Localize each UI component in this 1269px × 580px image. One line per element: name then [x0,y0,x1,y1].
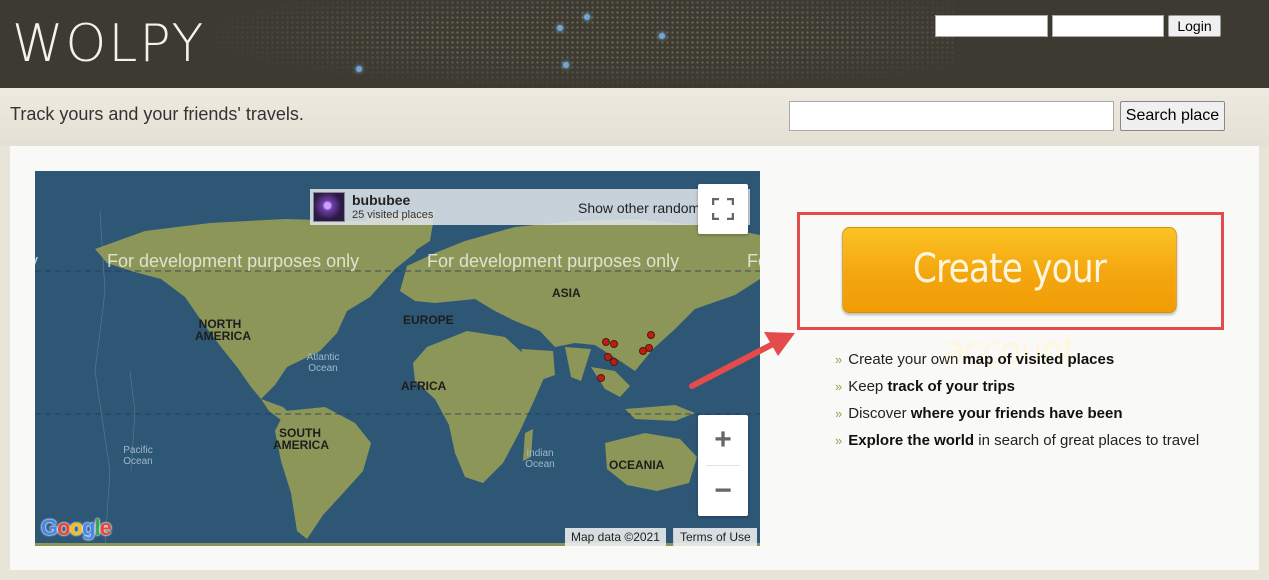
username-field[interactable] [935,15,1048,37]
continent-label: AFRICA [401,379,447,393]
feature-item: » Discover where your friends have been [835,404,1199,431]
bullet-chevron-icon: » [835,379,843,394]
dev-watermark: For development purposes only [427,251,680,271]
continent-label: NORTH AMERICA [195,317,251,343]
city-light [659,33,665,39]
site-header: WOLPY [0,0,1269,88]
feature-text: Keep [848,378,888,395]
city-light [584,14,590,20]
visited-place-marker[interactable] [645,344,653,352]
visited-place-marker[interactable] [602,338,610,346]
feature-text: in search of great places to travel [974,432,1200,449]
terms-of-use-link[interactable]: Terms of Use [673,528,757,546]
google-logo[interactable]: Google [41,515,112,541]
fullscreen-button[interactable] [698,184,748,234]
avatar[interactable] [313,192,345,222]
ocean-label: Pacific Ocean [123,445,153,467]
feature-item: » Explore the world in search of great pl… [835,431,1199,458]
visited-place-marker[interactable] [647,331,655,339]
city-light [563,62,569,68]
city-light [356,66,362,72]
login-button[interactable]: Login [1168,15,1221,37]
bullet-chevron-icon: » [835,433,843,448]
zoom-out-button[interactable]: − [698,466,748,516]
ocean-label: Indian Ocean [525,448,555,470]
random-user-bar: bububee 25 visited places Show other ran… [310,189,750,225]
fullscreen-icon [712,198,734,220]
continent-label: OCEANIA [609,458,665,472]
ocean-label: Atlantic Ocean [306,352,340,374]
visited-places-count: 25 visited places [352,209,434,221]
dev-watermark: ly [35,251,38,272]
tagline: Track yours and your friends' travels. [10,104,304,124]
search-input[interactable] [789,101,1114,131]
visited-place-marker[interactable] [597,374,605,382]
bullet-chevron-icon: » [835,406,843,421]
zoom-in-button[interactable]: + [698,415,748,465]
visited-place-marker[interactable] [604,353,612,361]
continent-label: EUROPE [403,313,454,327]
dev-watermark: For development purposes only [107,251,360,271]
feature-list: » Create your own map of visited places »… [835,350,1199,458]
feature-item: » Keep track of your trips [835,377,1199,404]
feature-text: Discover [848,405,911,422]
user-name[interactable]: bububee [352,192,410,208]
continent-label: SOUTH AMERICA [273,426,329,452]
feature-highlight: Explore the world [848,432,975,449]
feature-item: » Create your own map of visited places [835,350,1199,377]
feature-highlight: map of visited places [962,351,1115,368]
create-account-button[interactable]: Create your account [842,227,1177,374]
dev-watermark: Fo [747,251,760,271]
bullet-chevron-icon: » [835,352,843,367]
site-logo[interactable]: WOLPY [12,14,205,74]
visited-place-marker[interactable] [610,340,618,348]
world-map[interactable]: ly For development purposes only For dev… [35,171,760,546]
world-map-land [35,210,760,546]
feature-text: Create your own [848,351,963,368]
continent-label: ASIA [552,286,581,300]
password-field[interactable] [1052,15,1164,37]
feature-highlight: track of your trips [887,378,1015,395]
search-place-button[interactable]: Search place [1120,101,1225,131]
feature-highlight: where your friends have been [910,405,1123,422]
map-data-attribution[interactable]: Map data ©2021 [565,528,666,546]
zoom-control: + − [698,415,748,516]
city-light [557,25,563,31]
